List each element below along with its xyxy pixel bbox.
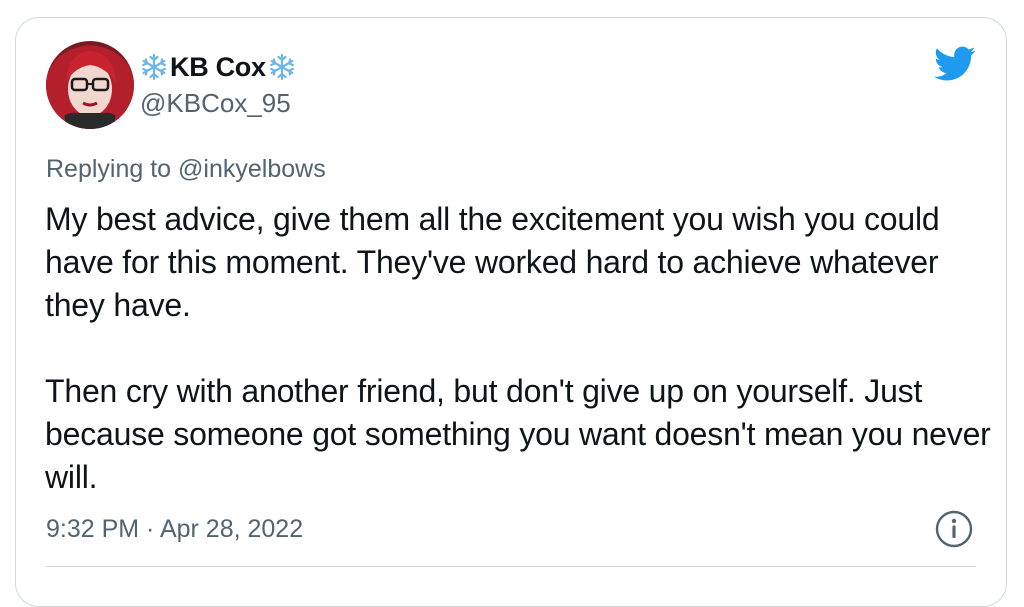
author-handle[interactable]: @KBCox_95 [140, 88, 291, 119]
tweet-paragraph: My best advice, give them all the excite… [45, 201, 940, 323]
reply-prefix: Replying to [46, 155, 172, 183]
tweet-card: KB Cox @KBCox_95 Replying to @inkyelbows… [15, 17, 1007, 607]
author-name-row[interactable]: KB Cox [140, 50, 296, 84]
tweet-text: My best advice, give them all the excite… [45, 198, 995, 499]
reply-mention-link[interactable]: @inkyelbows [178, 155, 326, 183]
snowflake-icon [268, 53, 296, 81]
divider [46, 566, 976, 567]
twitter-bird-icon[interactable] [934, 46, 976, 82]
info-icon[interactable] [934, 509, 974, 549]
snowflake-icon [140, 53, 168, 81]
tweet-paragraph: Then cry with another friend, but don't … [45, 373, 991, 495]
reply-context: Replying to @inkyelbows [46, 155, 326, 184]
avatar[interactable] [46, 41, 134, 129]
tweet-timestamp[interactable]: 9:32 PM · Apr 28, 2022 [46, 515, 303, 544]
display-name[interactable]: KB Cox [170, 52, 266, 83]
